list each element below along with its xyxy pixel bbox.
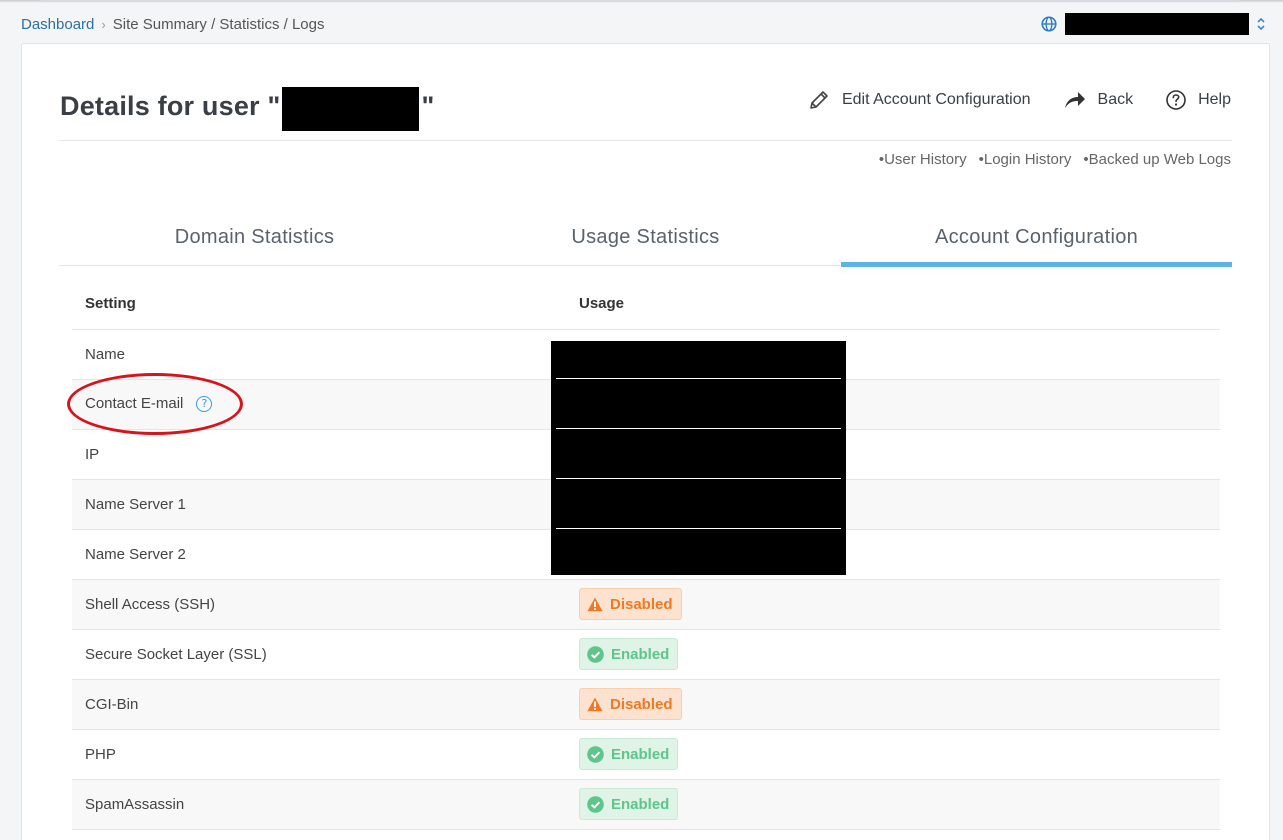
breadcrumb-dashboard-link[interactable]: Dashboard: [21, 16, 94, 33]
usage-column-header: Usage: [566, 279, 1220, 330]
table-row: CGI-Bin Disabled: [72, 679, 1220, 730]
pencil-icon: [810, 91, 828, 109]
check-circle-icon: [587, 645, 604, 663]
setting-cell: PHP: [72, 729, 566, 780]
table-row: Secure Socket Layer (SSL) Enabled: [72, 629, 1220, 680]
sub-links: User History Login History Backed up Web…: [867, 151, 1231, 168]
warning-icon: [587, 597, 603, 611]
edit-account-configuration-label: Edit Account Configuration: [841, 91, 1031, 108]
status-badge-disabled: Disabled: [579, 588, 682, 620]
login-history-link[interactable]: Login History: [979, 151, 1072, 168]
setting-cell: [72, 829, 566, 840]
status-badge-enabled: Enabled: [579, 738, 679, 770]
status-text: Enabled: [611, 745, 670, 763]
table-row: [72, 829, 1220, 840]
status-text: Enabled: [611, 795, 670, 813]
check-circle-icon: [587, 795, 604, 813]
status-text: Enabled: [611, 645, 670, 663]
back-button[interactable]: Back: [1063, 89, 1134, 111]
tab-account-configuration[interactable]: Account Configuration: [841, 214, 1232, 267]
globe-icon: [1041, 16, 1057, 32]
domain-selector[interactable]: [1040, 12, 1267, 36]
setting-cell: Secure Socket Layer (SSL): [72, 629, 566, 680]
help-button[interactable]: Help: [1165, 89, 1231, 111]
user-history-link[interactable]: User History: [879, 151, 967, 168]
status-badge-disabled: Disabled: [579, 688, 682, 720]
page-title-prefix: Details for user ": [60, 90, 281, 121]
tab-bar: Domain Statistics Usage Statistics Accou…: [59, 214, 1232, 267]
redacted-usage-values: [551, 341, 846, 575]
tab-domain-statistics[interactable]: Domain Statistics: [59, 214, 450, 265]
redacted-username: [282, 87, 420, 131]
setting-cell: Name: [72, 329, 566, 380]
table-row: Shell Access (SSH) Disabled: [72, 579, 1220, 630]
setting-column-header: Setting: [72, 279, 566, 330]
top-bar-edge: [40, 0, 1240, 2]
back-arrow-icon: [1064, 92, 1085, 108]
setting-cell: Shell Access (SSH): [72, 579, 566, 630]
usage-cell: Enabled: [566, 629, 1220, 680]
table-row: SpamAssassin Enabled: [72, 779, 1220, 830]
status-text: Disabled: [610, 695, 673, 713]
breadcrumb-current: Site Summary / Statistics / Logs: [112, 15, 325, 33]
redaction-divider: [556, 478, 841, 479]
setting-cell: SpamAssassin: [72, 779, 566, 830]
redaction-divider: [556, 428, 841, 429]
usage-cell: Disabled: [566, 579, 1220, 630]
select-arrows-icon: [1257, 17, 1265, 31]
page-title-suffix: ": [421, 90, 435, 121]
setting-cell: IP: [72, 429, 566, 480]
header-divider: [59, 140, 1232, 141]
table-row: PHP Enabled: [72, 729, 1220, 780]
usage-cell: [566, 829, 1220, 840]
redacted-domain-name: [1065, 13, 1249, 35]
redaction-divider: [556, 528, 841, 529]
usage-cell: Enabled: [566, 779, 1220, 830]
tab-usage-statistics[interactable]: Usage Statistics: [450, 214, 841, 265]
redaction-divider: [556, 378, 841, 379]
page-title: Details for user " ": [60, 84, 435, 131]
annotation-red-circle: [67, 373, 243, 435]
status-text: Disabled: [610, 595, 673, 613]
breadcrumb: Dashboard › Site Summary / Statistics / …: [21, 13, 324, 35]
status-badge-enabled: Enabled: [579, 788, 679, 820]
breadcrumb-separator-icon: ›: [101, 16, 106, 32]
setting-cell: Name Server 1: [72, 479, 566, 530]
table-header-row: Setting Usage: [72, 279, 1220, 330]
setting-cell: CGI-Bin: [72, 679, 566, 730]
edit-account-configuration-button[interactable]: Edit Account Configuration: [807, 88, 1031, 112]
setting-cell: Name Server 2: [72, 529, 566, 580]
usage-cell: Disabled: [566, 679, 1220, 730]
backed-up-web-logs-link[interactable]: Backed up Web Logs: [1083, 151, 1231, 168]
help-circle-icon: [1166, 90, 1186, 110]
header-actions: Edit Account Configuration Back Help: [775, 88, 1231, 112]
check-circle-icon: [587, 745, 604, 763]
status-badge-enabled: Enabled: [579, 638, 679, 670]
back-label: Back: [1097, 91, 1134, 108]
usage-cell: Enabled: [566, 729, 1220, 780]
warning-icon: [587, 697, 603, 711]
help-label: Help: [1198, 91, 1231, 108]
